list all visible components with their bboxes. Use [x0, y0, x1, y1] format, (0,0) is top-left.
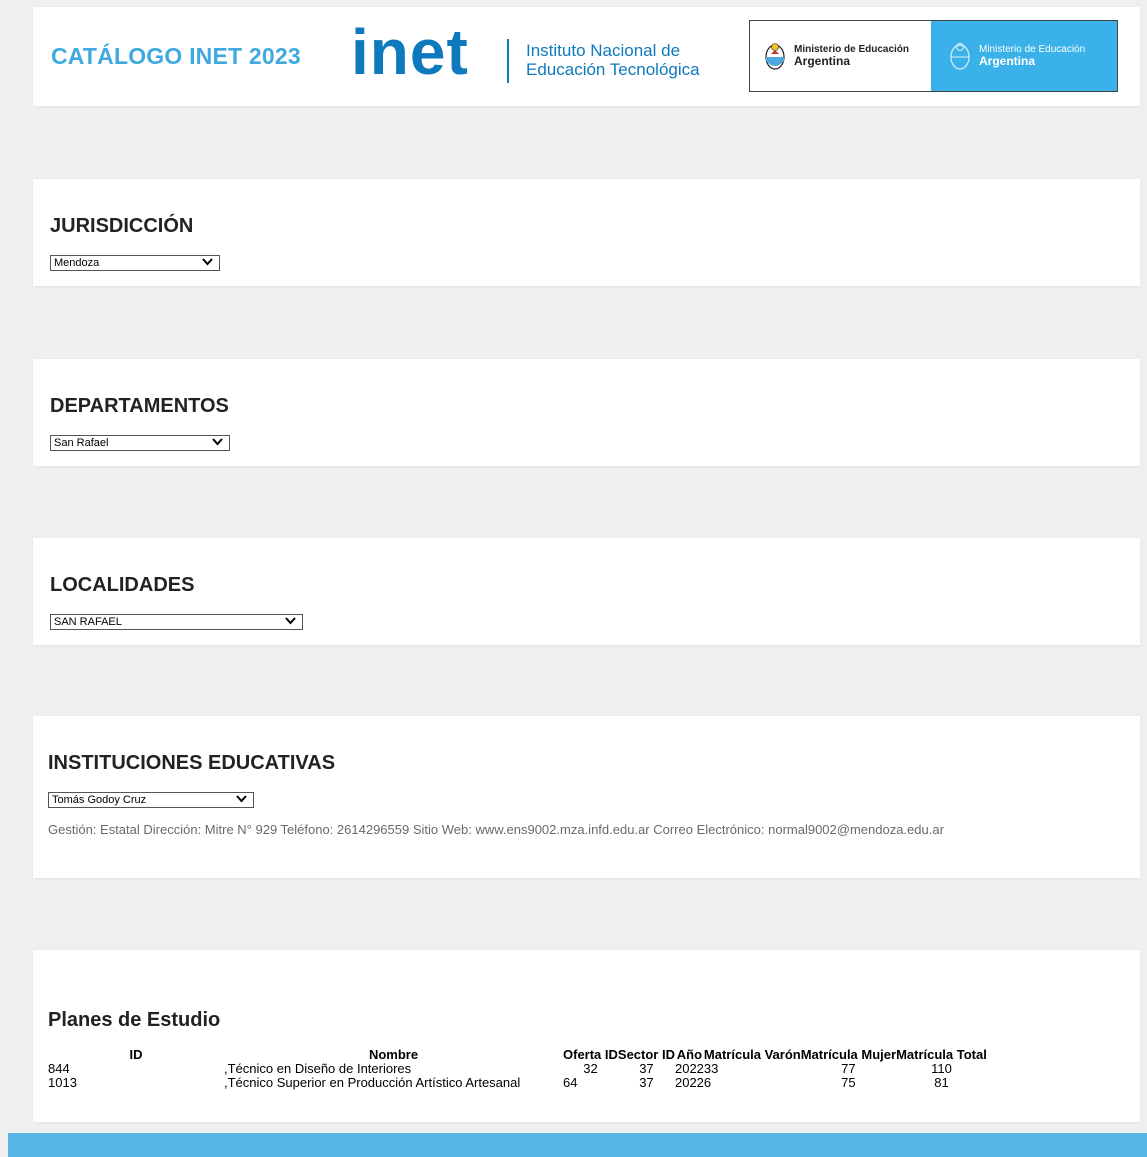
- page-title: CATÁLOGO INET 2023: [51, 43, 301, 69]
- cell-id: 1013: [48, 1075, 77, 1090]
- localidades-section: LOCALIDADES SAN RAFAEL: [33, 538, 1140, 645]
- col-id: ID: [129, 1047, 143, 1062]
- cell-nombre: ,Técnico en Diseño de Interiores: [224, 1061, 412, 1076]
- table-row: 1013 ,Técnico Superior en Producción Art…: [48, 1076, 987, 1090]
- instituciones-section: INSTITUCIONES EDUCATIVAS Tomás Godoy Cru…: [33, 716, 1140, 878]
- ministerio-logo-blue: Ministerio de Educación Argentina: [931, 21, 1117, 91]
- ministerio-text-blue: Ministerio de Educación Argentina: [979, 44, 1085, 68]
- inet-subtitle-line1: Instituto Nacional de: [526, 41, 681, 60]
- ministerio-logo: Ministerio de Educación Argentina Minist…: [749, 20, 1118, 92]
- departamentos-select[interactable]: San Rafael: [50, 435, 230, 451]
- cell-oferta-id: 32: [583, 1061, 598, 1076]
- cell-id: 844: [48, 1061, 70, 1076]
- localidades-selected-value: SAN RAFAEL: [54, 616, 122, 628]
- escudo-icon: [765, 43, 785, 70]
- jurisdiccion-select[interactable]: Mendoza: [50, 255, 220, 271]
- ministerio-text-light: Ministerio de Educación Argentina: [794, 44, 909, 68]
- cell-matricula-varon: 6: [703, 1075, 712, 1090]
- planes-title: Planes de Estudio: [48, 1009, 221, 1031]
- escudo-outline-icon: [950, 43, 970, 70]
- planes-table: ID Nombre Oferta ID Sector ID Año Matríc…: [48, 1048, 987, 1090]
- inet-logo: inet: [351, 16, 469, 88]
- ministerio-logo-light: Ministerio de Educación Argentina: [750, 21, 931, 91]
- cell-matricula-mujer: 75: [841, 1075, 856, 1090]
- jurisdiccion-section: JURISDICCIÓN Mendoza: [33, 179, 1140, 286]
- footer-bar: [8, 1133, 1147, 1157]
- instituciones-selected-value: Tomás Godoy Cruz: [52, 794, 147, 806]
- departamentos-title: DEPARTAMENTOS: [50, 395, 229, 417]
- cell-sector-id: 37: [639, 1061, 654, 1076]
- planes-section: Planes de Estudio ID Nombre Oferta ID Se…: [33, 950, 1140, 1122]
- instituciones-select[interactable]: Tomás Godoy Cruz: [48, 792, 254, 808]
- chevron-down-icon: [212, 438, 223, 446]
- chevron-down-icon: [285, 617, 296, 625]
- jurisdiccion-selected-value: Mendoza: [54, 257, 100, 269]
- ministerio-blue-line2: Argentina: [979, 54, 1036, 68]
- localidades-select[interactable]: SAN RAFAEL: [50, 614, 303, 630]
- cell-anio: 2022: [674, 1061, 704, 1076]
- jurisdiccion-title: JURISDICCIÓN: [50, 215, 194, 237]
- cell-matricula-total: 110: [931, 1061, 952, 1076]
- planes-header-row: ID Nombre Oferta ID Sector ID Año Matríc…: [48, 1048, 987, 1062]
- col-matricula-total: Matrícula Total: [896, 1047, 987, 1062]
- col-oferta-id: Oferta ID: [563, 1047, 618, 1062]
- cell-sector-id: 37: [639, 1075, 654, 1090]
- col-anio: Año: [676, 1047, 703, 1062]
- cell-matricula-total: 81: [934, 1075, 949, 1090]
- col-matricula-mujer: Matrícula Mujer: [800, 1047, 897, 1062]
- logo-divider: [507, 39, 509, 83]
- cell-matricula-varon: 33: [703, 1061, 719, 1076]
- cell-matricula-mujer: 77: [841, 1061, 856, 1076]
- col-matricula-varon: Matrícula Varón: [703, 1047, 801, 1062]
- inet-subtitle-line2: Educación Tecnológica: [526, 60, 700, 79]
- cell-nombre: ,Técnico Superior en Producción Artístic…: [224, 1075, 521, 1090]
- inet-logo-subtitle: Instituto Nacional de Educación Tecnológ…: [526, 41, 700, 79]
- col-nombre: Nombre: [368, 1047, 419, 1062]
- chevron-down-icon: [236, 795, 247, 803]
- departamentos-section: DEPARTAMENTOS San Rafael: [33, 359, 1140, 466]
- departamentos-selected-value: San Rafael: [54, 437, 109, 449]
- header: CATÁLOGO INET 2023 inet Instituto Nacion…: [33, 7, 1140, 106]
- institucion-info: Gestión: Estatal Dirección: Mitre N° 929…: [48, 822, 944, 837]
- ministerio-line2: Argentina: [794, 54, 851, 68]
- cell-anio: 2022: [674, 1075, 704, 1090]
- table-row: 844 ,Técnico en Diseño de Interiores 32 …: [48, 1062, 987, 1076]
- chevron-down-icon: [202, 258, 213, 266]
- localidades-title: LOCALIDADES: [50, 574, 195, 596]
- cell-oferta-id: 64: [563, 1075, 578, 1090]
- col-sector-id: Sector ID: [617, 1047, 675, 1062]
- instituciones-title: INSTITUCIONES EDUCATIVAS: [48, 752, 336, 774]
